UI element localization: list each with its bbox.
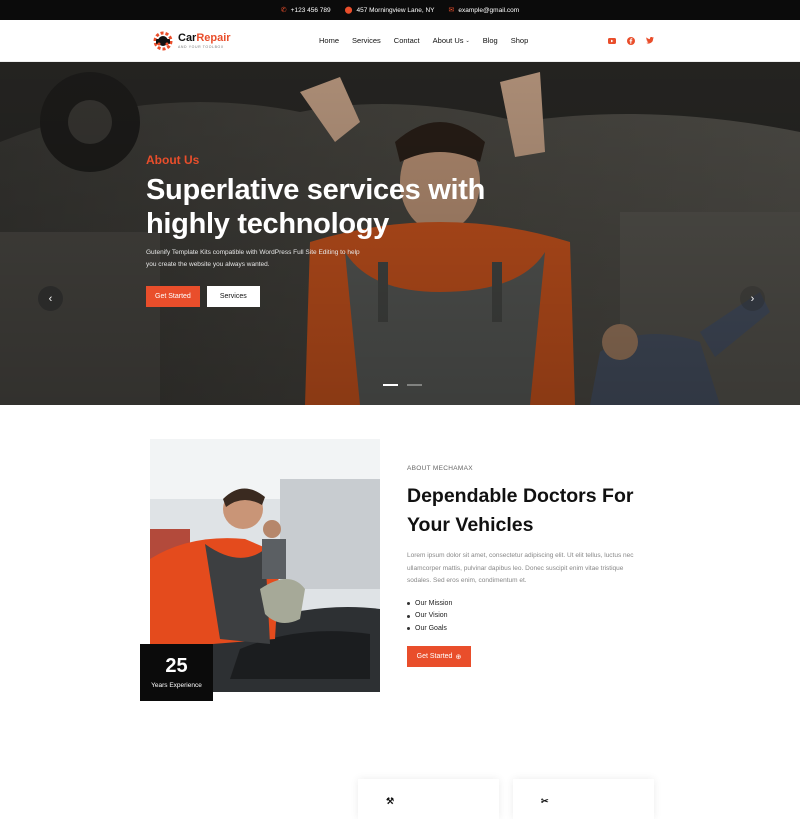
phone-icon: ✆ [280,6,287,14]
experience-number: 25 [165,655,188,677]
arrow-circle-right-icon: ⊕ [455,653,462,661]
hero-description: Gutenify Template Kits compatible with W… [146,249,360,268]
nav-services[interactable]: Services [352,36,381,45]
list-item: Our Mission [407,598,647,611]
phone-info[interactable]: ✆ +123 456 789 [281,7,331,14]
hero-title: Superlative services with highly technol… [146,174,486,240]
top-contact-bar: ✆ +123 456 789 ⬤ 457 Morningview Lane, N… [0,0,800,20]
slider-dot-2[interactable] [407,384,422,386]
about-section: 25 Years Experience ABOUT MECHAMAX Depen… [0,405,800,800]
phone-text: +123 456 789 [290,6,331,14]
about-get-started-button[interactable]: Get Started ⊕ [407,646,471,667]
experience-badge: 25 Years Experience [140,644,213,701]
about-description: Lorem ipsum dolor sit amet, consectetur … [407,552,634,584]
mail-icon: ✉ [448,6,455,14]
brand-tagline: AND YOUR TOOLBOX [178,44,224,49]
about-kicker: ABOUT MECHAMAX [407,465,473,472]
tool-icon: ✂ [541,796,549,806]
get-started-button[interactable]: Get Started [146,286,200,307]
nav-blog[interactable]: Blog [483,36,498,45]
slider-prev-button[interactable]: ‹ [38,286,63,311]
email-text: example@gmail.com [458,6,520,14]
email-info[interactable]: ✉ example@gmail.com [449,7,520,14]
facebook-icon[interactable] [627,36,635,45]
chevron-right-icon: › [750,292,755,305]
chevron-left-icon: ‹ [48,292,53,305]
main-nav: Home Services Contact About Us ⌄ Blog Sho… [319,36,528,45]
about-title: Dependable Doctors For Your Vehicles [407,485,634,536]
slider-next-button[interactable]: › [740,286,765,311]
nav-about-us[interactable]: About Us ⌄ [433,36,470,45]
address-info: ⬤ 457 Morningview Lane, NY [345,7,435,14]
about-list: Our Mission Our Vision Our Goals [407,598,647,636]
list-item: Our Vision [407,610,647,623]
list-item: Our Goals [407,623,647,636]
twitter-icon[interactable] [646,37,654,45]
chevron-down-icon: ⌄ [465,37,470,44]
about-text: ABOUT MECHAMAX Dependable Doctors For Yo… [407,465,647,667]
hero-content: About Us Superlative services with highl… [146,153,566,307]
slider-pagination [383,384,422,386]
services-button[interactable]: Services [206,286,260,307]
wrench-icon: ⚒ [386,796,395,806]
social-links [608,36,654,45]
address-text: 457 Morningview Lane, NY [356,6,435,14]
service-card-2[interactable]: ✂ [513,779,654,819]
hero-kicker: About Us [146,153,200,167]
brand-name: CarRepair [178,31,231,44]
location-pin-icon: ⬤ [344,6,353,14]
service-card-1[interactable]: ⚒ [358,779,499,819]
nav-home[interactable]: Home [319,36,339,45]
hero-slider: ‹ › About Us Superlative services with h… [0,62,800,405]
gear-logo-icon [152,30,174,52]
site-header: CarRepair AND YOUR TOOLBOX Home Services… [0,20,800,62]
nav-contact[interactable]: Contact [394,36,420,45]
services-preview: ⚒ ✂ [0,779,800,819]
experience-label: Years Experience [151,682,202,689]
youtube-icon[interactable] [608,37,616,45]
nav-shop[interactable]: Shop [511,36,529,45]
slider-dot-1[interactable] [383,384,398,386]
site-logo[interactable]: CarRepair AND YOUR TOOLBOX [152,30,231,52]
